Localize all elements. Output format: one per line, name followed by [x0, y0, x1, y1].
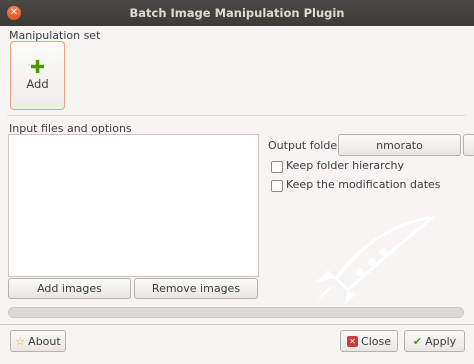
keep-hierarchy-checkbox[interactable] [271, 161, 283, 173]
apply-button[interactable]: ✔ Apply [404, 330, 465, 352]
add-label: Add [26, 76, 49, 91]
output-folder-label: Output folder [268, 139, 342, 152]
window-close-icon[interactable]: ✕ [7, 6, 21, 20]
title-bar: ✕ Batch Image Manipulation Plugin [0, 0, 474, 26]
close-label: Close [361, 334, 391, 348]
close-button[interactable]: ✕ Close [340, 330, 398, 352]
keep-dates-label: Keep the modification dates [286, 178, 441, 191]
manipulation-set-frame [6, 36, 467, 116]
add-images-button[interactable]: Add images [8, 278, 131, 299]
rocket-watermark-icon [314, 216, 437, 306]
about-button[interactable]: ☆ About [10, 330, 66, 352]
window-title: Batch Image Manipulation Plugin [129, 6, 345, 20]
about-label: About [28, 334, 61, 348]
folder-dropdown-button[interactable] [463, 134, 474, 156]
remove-images-button[interactable]: Remove images [134, 278, 258, 299]
plus-icon: ✚ [29, 56, 46, 78]
keep-hierarchy-label: Keep folder hierarchy [286, 159, 404, 172]
check-icon: ✔ [412, 334, 423, 348]
footer-divider [0, 324, 474, 325]
apply-label: Apply [425, 334, 457, 348]
output-folder-chooser[interactable]: nmorato [338, 134, 461, 156]
input-file-list[interactable] [8, 134, 259, 277]
star-icon: ☆ [15, 334, 26, 348]
progress-bar [8, 307, 464, 318]
keep-dates-checkbox[interactable] [271, 180, 283, 192]
close-x-icon: ✕ [347, 335, 359, 347]
add-manipulation-button[interactable]: ✚ Add [10, 41, 65, 110]
